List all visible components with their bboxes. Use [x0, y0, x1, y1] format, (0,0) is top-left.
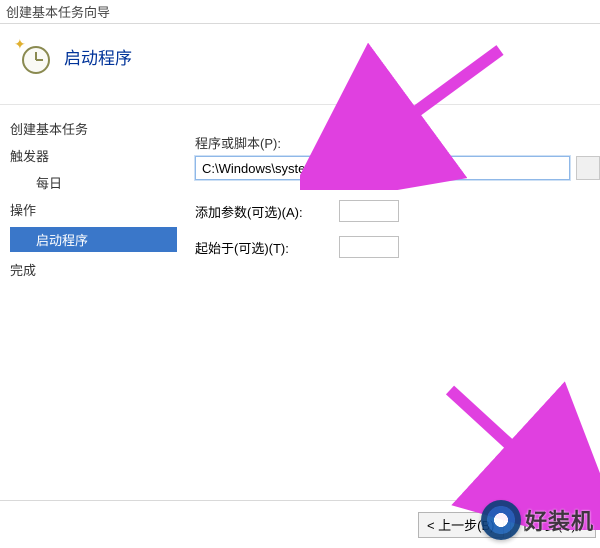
startin-input[interactable] [339, 236, 399, 258]
arguments-input[interactable] [339, 200, 399, 222]
step-trigger: 触发器 [10, 146, 185, 165]
wizard-header: ✦ 启动程序 [0, 24, 600, 105]
program-icon: ✦ [14, 38, 50, 74]
arguments-label: 添加参数(可选)(A): [195, 202, 325, 221]
wizard-steps-sidebar: 创建基本任务 触发器 每日 操作 启动程序 完成 [0, 105, 185, 500]
title-bar: 创建基本任务向导 [0, 0, 600, 24]
program-script-label: 程序或脚本(P): [195, 133, 600, 152]
step-finish: 完成 [10, 260, 185, 279]
step-create-basic-task: 创建基本任务 [10, 119, 185, 138]
program-script-input[interactable] [195, 156, 570, 180]
startin-label: 起始于(可选)(T): [195, 238, 325, 257]
step-action: 操作 [10, 200, 185, 219]
watermark-logo-icon [481, 500, 521, 540]
watermark-text: 好装机 [525, 504, 594, 536]
wizard-header-title: 启动程序 [64, 44, 132, 69]
form-pane: 程序或脚本(P): 添加参数(可选)(A): 起始于(可选)(T): [185, 105, 600, 500]
browse-button[interactable] [576, 156, 600, 180]
watermark: 好装机 [481, 500, 594, 540]
step-action-start-program: 启动程序 [10, 227, 177, 252]
window-title: 创建基本任务向导 [6, 2, 110, 21]
step-trigger-daily: 每日 [10, 173, 185, 192]
